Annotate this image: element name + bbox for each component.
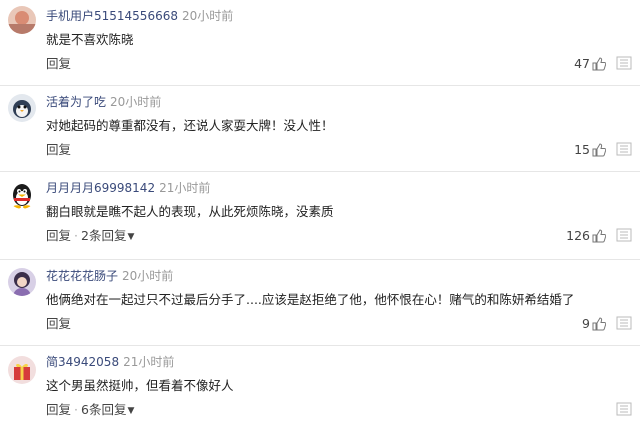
comment-item: 花花花花肠子 20小时前 他俩绝对在一起过只不过最后分手了....应该是赵拒绝了他…: [0, 260, 640, 346]
timestamp: 21小时前: [123, 355, 175, 369]
like-button[interactable]: 9: [582, 315, 606, 332]
username[interactable]: 活着为了吃: [46, 95, 106, 109]
like-button[interactable]: 15: [574, 141, 606, 158]
more-options-icon[interactable]: [616, 316, 632, 330]
comment-item: 手机用户51514556668 20小时前 就是不喜欢陈晓 回复 47: [0, 0, 640, 86]
comment-meta: 手机用户51514556668 20小时前: [46, 8, 233, 24]
gift-avatar-icon: [8, 356, 36, 384]
comment-text: 翻白眼就是瞧不起人的表现，从此死烦陈晓，没素质: [46, 204, 334, 219]
comment-actions: 回复: [46, 141, 71, 158]
comment-list: 手机用户51514556668 20小时前 就是不喜欢陈晓 回复 47 活着为了…: [0, 0, 640, 433]
comment-meta: 月月月月69998142 21小时前: [46, 180, 210, 196]
comment-actions: 回复: [46, 315, 71, 332]
avatar[interactable]: [8, 94, 36, 122]
avatar[interactable]: [8, 181, 36, 209]
replies-count: 6条回复: [81, 402, 127, 417]
chevron-down-icon: ▼: [127, 232, 135, 242]
comment-text: 这个男虽然挺帅，但看着不像好人: [46, 378, 234, 393]
like-button[interactable]: 47: [574, 55, 606, 72]
qq-penguin-avatar-icon: [8, 181, 36, 209]
replies-count: 2条回复: [81, 228, 127, 243]
comment-text: 就是不喜欢陈晓: [46, 32, 134, 47]
avatar[interactable]: [8, 268, 36, 296]
view-replies-button[interactable]: 2条回复▼: [81, 228, 134, 243]
girl-avatar-icon: [8, 268, 36, 296]
reply-button[interactable]: 回复: [46, 56, 71, 71]
reply-button[interactable]: 回复: [46, 402, 71, 417]
thumbs-up-icon: [592, 316, 606, 330]
like-count: 15: [574, 142, 590, 157]
comment-text: 对她起码的尊重都没有，还说人家耍大牌！没人性！: [46, 118, 334, 133]
separator: ·: [74, 228, 78, 243]
timestamp: 20小时前: [181, 9, 234, 23]
penguin-avatar-icon: [8, 94, 36, 122]
comment-meta: 活着为了吃 20小时前: [46, 94, 161, 110]
avatar[interactable]: [8, 356, 36, 384]
thumbs-up-icon: [592, 228, 606, 242]
like-count: 47: [574, 56, 590, 71]
view-replies-button[interactable]: 6条回复▼: [81, 402, 134, 417]
timestamp: 20小时前: [122, 269, 174, 283]
comment-meta: 简34942058 21小时前: [46, 354, 174, 370]
comment-actions: 回复 · 6条回复▼: [46, 401, 134, 420]
username[interactable]: 月月月月69998142: [46, 181, 155, 195]
username[interactable]: 手机用户51514556668: [46, 9, 178, 23]
timestamp: 21小时前: [159, 181, 211, 195]
comment-text: 他俩绝对在一起过只不过最后分手了....应该是赵拒绝了他，他怀恨在心！赌气的和陈…: [46, 292, 575, 307]
comment-actions: 回复: [46, 55, 71, 72]
more-options-icon[interactable]: [616, 228, 632, 242]
chevron-down-icon: ▼: [127, 406, 135, 416]
more-options-icon[interactable]: [616, 56, 632, 70]
more-options-icon[interactable]: [616, 142, 632, 156]
reply-button[interactable]: 回复: [46, 142, 71, 157]
avatar[interactable]: [8, 6, 36, 34]
comment-item: 活着为了吃 20小时前 对她起码的尊重都没有，还说人家耍大牌！没人性！ 回复 15: [0, 86, 640, 172]
reply-button[interactable]: 回复: [46, 316, 71, 331]
comment-meta: 花花花花肠子 20小时前: [46, 268, 173, 284]
like-count: 9: [582, 316, 590, 331]
timestamp: 20小时前: [110, 95, 162, 109]
reply-button[interactable]: 回复: [46, 228, 71, 243]
comment-item: 简34942058 21小时前 这个男虽然挺帅，但看着不像好人 回复 · 6条回复▼: [0, 346, 640, 433]
thumbs-up-icon: [592, 56, 606, 70]
comment-actions: 回复 · 2条回复▼: [46, 227, 134, 246]
username[interactable]: 花花花花肠子: [46, 269, 118, 283]
username[interactable]: 简34942058: [46, 355, 119, 369]
sunset-avatar-icon: [8, 6, 36, 34]
separator: ·: [74, 402, 78, 417]
like-button[interactable]: 126: [566, 227, 606, 244]
comment-item: 月月月月69998142 21小时前 翻白眼就是瞧不起人的表现，从此死烦陈晓，没素…: [0, 172, 640, 260]
thumbs-up-icon: [592, 142, 606, 156]
like-count: 126: [566, 228, 590, 243]
more-options-icon[interactable]: [616, 402, 632, 416]
